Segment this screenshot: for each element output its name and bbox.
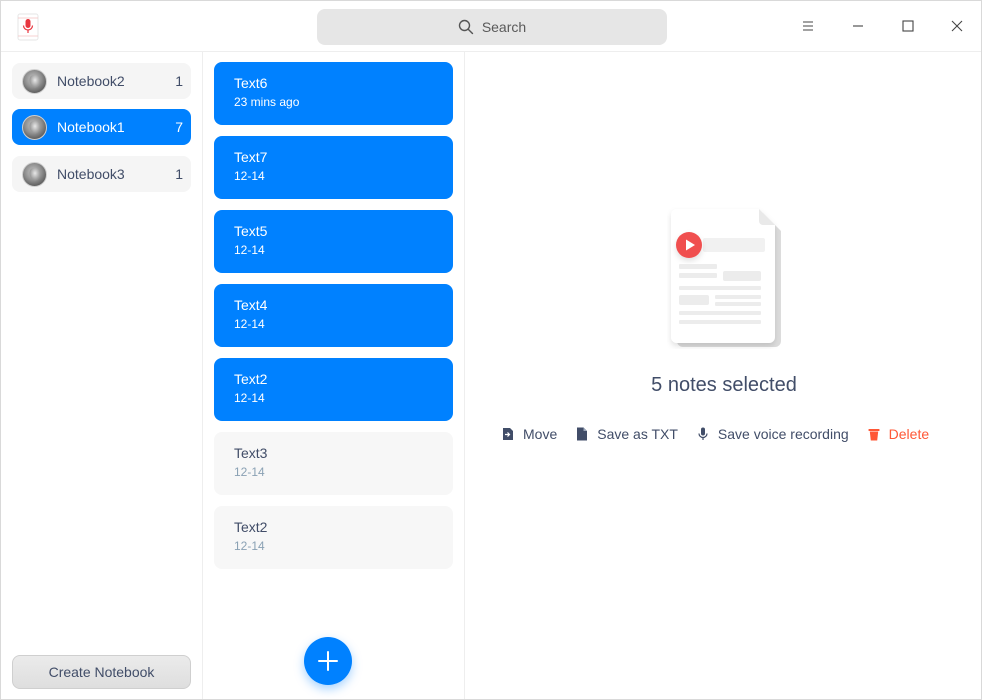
move-button[interactable]: Move bbox=[501, 426, 557, 442]
notes-list: Text6 23 mins ago Text7 12-14 Text5 12-1… bbox=[203, 52, 465, 699]
note-item[interactable]: Text4 12-14 bbox=[214, 284, 453, 347]
notebook-count: 1 bbox=[175, 73, 183, 89]
save-voice-recording-label: Save voice recording bbox=[717, 426, 849, 442]
notebook-count: 7 bbox=[175, 119, 183, 135]
note-item[interactable]: Text3 12-14 bbox=[214, 432, 453, 495]
note-item[interactable]: Text2 12-14 bbox=[214, 358, 453, 421]
minimize-icon[interactable] bbox=[845, 13, 871, 39]
note-time: 12-14 bbox=[234, 169, 265, 183]
delete-button[interactable]: Delete bbox=[867, 426, 929, 442]
note-title: Text7 bbox=[234, 149, 268, 165]
notebook-item-notebook1[interactable]: Notebook1 7 bbox=[12, 109, 191, 145]
delete-label: Delete bbox=[888, 426, 930, 442]
note-title: Text6 bbox=[234, 75, 268, 91]
add-note-button[interactable] bbox=[304, 637, 352, 685]
note-item[interactable]: Text6 23 mins ago bbox=[214, 62, 453, 125]
file-icon bbox=[577, 427, 588, 441]
note-title: Text2 bbox=[234, 371, 268, 387]
app-window: Search Notebook2 1 Notebook1 7 Notebook3 bbox=[0, 0, 982, 700]
bulk-actions-bar: Move Save as TXT Save voice recording De… bbox=[501, 426, 929, 442]
close-icon[interactable] bbox=[944, 13, 970, 39]
save-as-txt-button[interactable]: Save as TXT bbox=[575, 426, 678, 442]
create-notebook-button[interactable]: Create Notebook bbox=[12, 655, 191, 689]
selection-count-text: 5 notes selected bbox=[651, 374, 797, 396]
note-item[interactable]: Text7 12-14 bbox=[214, 136, 453, 199]
note-time: 12-14 bbox=[234, 391, 265, 405]
search-icon bbox=[458, 19, 474, 35]
note-item[interactable]: Text2 12-14 bbox=[214, 506, 453, 569]
note-time: 12-14 bbox=[234, 539, 265, 553]
detail-pane: 5 notes selected Move Save as TXT Save v… bbox=[465, 52, 981, 699]
notebook-item-notebook3[interactable]: Notebook3 1 bbox=[12, 156, 191, 192]
microphone-icon bbox=[698, 427, 708, 440]
note-item[interactable]: Text5 12-14 bbox=[214, 210, 453, 273]
notebook-name: Notebook2 bbox=[57, 73, 125, 89]
notebook-avatar bbox=[22, 114, 47, 140]
note-title: Text4 bbox=[234, 297, 268, 313]
note-time: 12-14 bbox=[234, 465, 265, 479]
voice-notes-app-icon bbox=[16, 13, 40, 41]
plus-icon bbox=[318, 651, 338, 671]
note-time: 12-14 bbox=[234, 243, 265, 257]
notebook-item-notebook2[interactable]: Notebook2 1 bbox=[12, 63, 191, 99]
search-placeholder: Search bbox=[481, 19, 527, 35]
note-title: Text3 bbox=[234, 445, 268, 461]
multi-note-illustration bbox=[671, 209, 781, 347]
search-input[interactable]: Search bbox=[317, 9, 667, 45]
trash-icon bbox=[868, 429, 880, 441]
note-time: 23 mins ago bbox=[234, 95, 300, 109]
titlebar: Search bbox=[1, 1, 981, 52]
notebook-avatar bbox=[22, 68, 47, 94]
notebook-name: Notebook3 bbox=[57, 166, 125, 182]
note-time: 12-14 bbox=[234, 317, 265, 331]
maximize-icon[interactable] bbox=[895, 13, 921, 39]
move-label: Move bbox=[523, 426, 558, 442]
notebook-sidebar: Notebook2 1 Notebook1 7 Notebook3 1 Crea… bbox=[1, 52, 203, 699]
note-title: Text5 bbox=[234, 223, 268, 239]
notebook-name: Notebook1 bbox=[57, 119, 125, 135]
notebook-avatar bbox=[22, 161, 47, 187]
move-icon bbox=[503, 428, 513, 440]
notebook-count: 1 bbox=[175, 166, 183, 182]
note-title: Text2 bbox=[234, 519, 268, 535]
save-voice-recording-button[interactable]: Save voice recording bbox=[696, 426, 849, 442]
save-as-txt-label: Save as TXT bbox=[597, 426, 678, 442]
hamburger-menu-icon[interactable] bbox=[795, 13, 821, 39]
